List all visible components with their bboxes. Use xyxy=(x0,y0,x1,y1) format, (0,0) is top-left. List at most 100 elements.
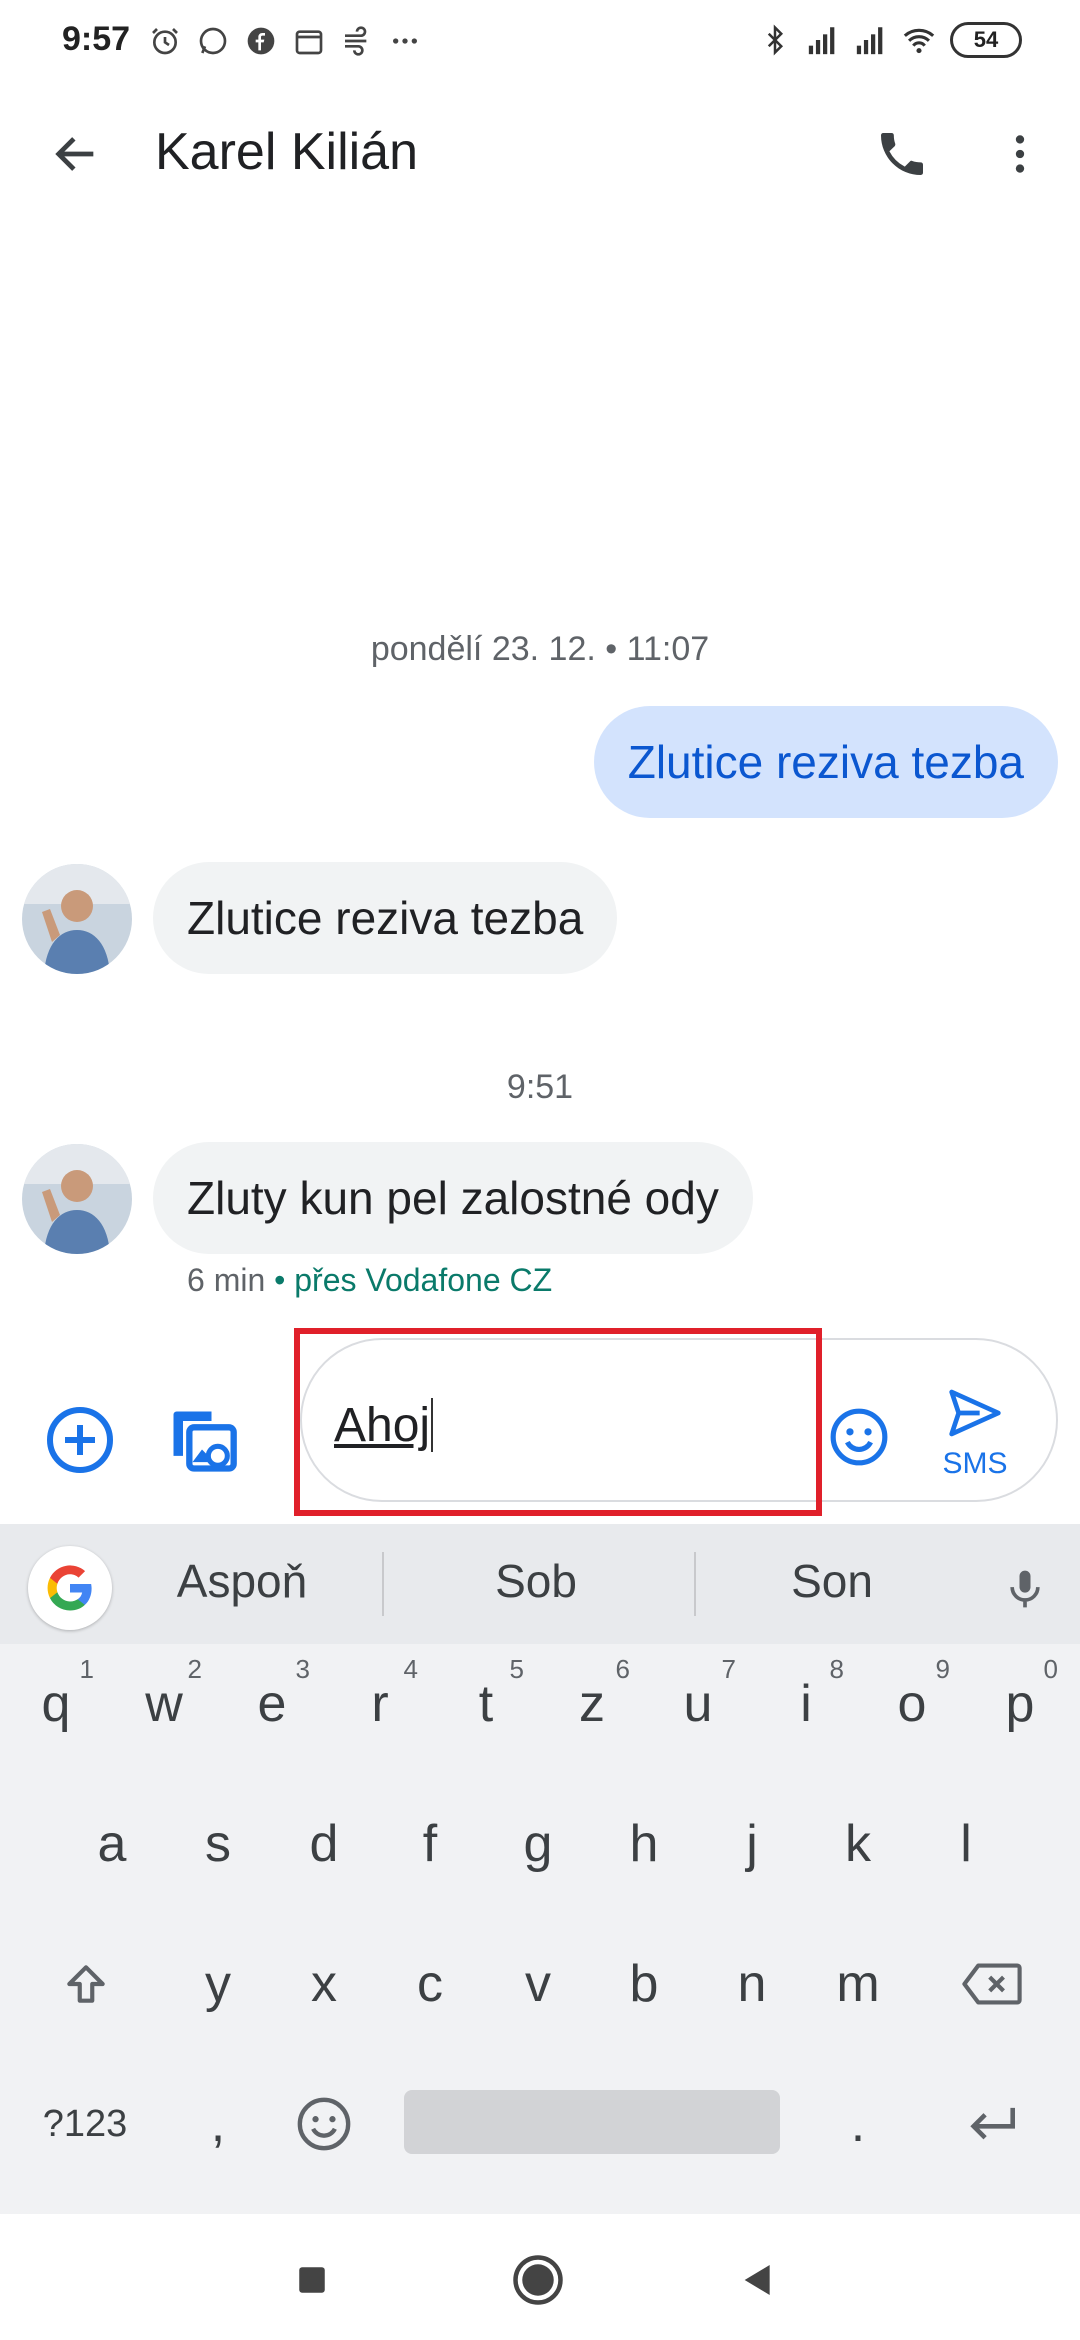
emoji-button[interactable] xyxy=(826,1404,892,1470)
key-k[interactable]: k xyxy=(806,1784,910,1904)
key-y[interactable]: y xyxy=(166,1924,270,2044)
key-z-label: z xyxy=(579,1675,605,1733)
spacebar[interactable] xyxy=(404,2090,780,2154)
key-y-label: y xyxy=(205,1955,231,2013)
key-i-label: i xyxy=(800,1675,812,1733)
key-g[interactable]: g xyxy=(486,1784,590,1904)
key-s[interactable]: s xyxy=(166,1784,270,1904)
key-e[interactable]: e3 xyxy=(220,1644,324,1764)
more-vert-icon xyxy=(1015,135,1025,173)
key-row-1: q1 w2 e3 r4 t5 z6 u7 i8 o9 p0 xyxy=(0,1644,1080,1782)
key-hint: 5 xyxy=(509,1654,524,1684)
key-w[interactable]: w2 xyxy=(112,1644,216,1764)
key-hint: 1 xyxy=(79,1654,94,1684)
key-f-label: f xyxy=(422,1815,438,1873)
emoji-key[interactable] xyxy=(272,2064,376,2184)
navigation-bar xyxy=(0,2214,1080,2340)
period-key-label: . xyxy=(850,2095,866,2153)
key-b[interactable]: b xyxy=(592,1924,696,2044)
key-s-label: s xyxy=(205,1815,231,1873)
enter-key[interactable] xyxy=(940,2064,1044,2184)
bluetooth-icon xyxy=(758,23,792,57)
incoming-message[interactable]: Zluty kun pel zalostné ody xyxy=(153,1142,753,1254)
key-r[interactable]: r4 xyxy=(328,1644,432,1764)
key-t-label: t xyxy=(478,1675,494,1733)
key-a[interactable]: a xyxy=(60,1784,164,1904)
send-label: SMS xyxy=(942,1447,1008,1480)
backspace-key[interactable] xyxy=(940,1924,1044,2044)
key-h-label: h xyxy=(629,1815,659,1873)
signal-icon-2 xyxy=(854,23,888,57)
key-hint: 2 xyxy=(187,1654,202,1684)
back-nav-button[interactable] xyxy=(728,2250,788,2310)
key-h[interactable]: h xyxy=(592,1784,696,1904)
key-i[interactable]: i8 xyxy=(754,1644,858,1764)
key-o[interactable]: o9 xyxy=(860,1644,964,1764)
period-key[interactable]: . xyxy=(806,2064,910,2184)
send-sms-button[interactable]: SMS xyxy=(930,1385,1020,1495)
battery-level: 54 xyxy=(973,27,999,52)
key-q[interactable]: q1 xyxy=(4,1644,108,1764)
key-n[interactable]: n xyxy=(700,1924,804,2044)
keyboard: Aspoň Sob Son q1 w2 e3 r4 t5 z6 u7 i8 o9… xyxy=(0,1524,1080,2214)
notification-icons xyxy=(148,24,422,58)
triangle-back-icon xyxy=(744,2265,770,2295)
add-attachment-button[interactable] xyxy=(40,1400,120,1480)
message-age: 6 min xyxy=(187,1262,266,1298)
shift-key[interactable] xyxy=(34,1924,138,2044)
key-row-4: ?123 , . xyxy=(0,2064,1080,2202)
square-icon xyxy=(299,2267,325,2293)
key-z[interactable]: z6 xyxy=(540,1644,644,1764)
photo-camera-icon xyxy=(173,1411,237,1472)
key-f[interactable]: f xyxy=(378,1784,482,1904)
key-p[interactable]: p0 xyxy=(968,1644,1072,1764)
suggestion-2[interactable]: Sob xyxy=(396,1554,676,1608)
voice-input-button[interactable] xyxy=(1000,1554,1050,1624)
key-w-label: w xyxy=(145,1675,183,1733)
comma-key[interactable]: , xyxy=(166,2064,270,2184)
key-a-label: a xyxy=(97,1815,127,1873)
key-area: q1 w2 e3 r4 t5 z6 u7 i8 o9 p0 a s d f g … xyxy=(0,1644,1080,2214)
outgoing-message[interactable]: Zlutice reziva tezba xyxy=(593,706,1058,818)
input-highlight-box xyxy=(294,1328,822,1516)
key-j[interactable]: j xyxy=(700,1784,804,1904)
key-v[interactable]: v xyxy=(486,1924,590,2044)
key-p-label: p xyxy=(1005,1675,1035,1733)
symbols-key-label: ?123 xyxy=(42,2102,128,2145)
back-button[interactable] xyxy=(36,114,116,194)
key-hint: 9 xyxy=(935,1654,950,1684)
date-separator: pondělí 23. 12. • 11:07 xyxy=(370,630,710,668)
contact-name: Karel Kilián xyxy=(155,123,419,181)
status-time: 9:57 xyxy=(62,20,131,58)
suggestion-1[interactable]: Aspoň xyxy=(102,1554,382,1608)
incoming-message[interactable]: Zlutice reziva tezba xyxy=(153,862,618,974)
emoji-icon xyxy=(297,2097,351,2151)
key-r-label: r xyxy=(371,1675,389,1733)
key-u[interactable]: u7 xyxy=(646,1644,750,1764)
phone-icon xyxy=(881,133,923,175)
home-button[interactable] xyxy=(508,2250,568,2310)
avatar[interactable] xyxy=(22,1144,132,1254)
key-c[interactable]: c xyxy=(378,1924,482,2044)
recents-button[interactable] xyxy=(282,2250,342,2310)
symbols-key[interactable]: ?123 xyxy=(20,2064,150,2184)
key-m[interactable]: m xyxy=(806,1924,910,2044)
more-options-button[interactable] xyxy=(980,114,1060,194)
gallery-button[interactable] xyxy=(160,1398,244,1482)
key-hint: 4 xyxy=(403,1654,418,1684)
key-v-label: v xyxy=(525,1955,551,2013)
suggestion-divider xyxy=(382,1552,384,1616)
key-l[interactable]: l xyxy=(914,1784,1018,1904)
key-x[interactable]: x xyxy=(272,1924,376,2044)
key-d[interactable]: d xyxy=(272,1784,376,1904)
google-logo-button[interactable] xyxy=(28,1546,112,1630)
key-d-label: d xyxy=(309,1815,339,1873)
key-t[interactable]: t5 xyxy=(434,1644,538,1764)
key-hint: 0 xyxy=(1043,1654,1058,1684)
avatar[interactable] xyxy=(22,864,132,974)
arrow-back-icon xyxy=(55,137,94,171)
call-button[interactable] xyxy=(862,114,942,194)
key-o-label: o xyxy=(897,1675,927,1733)
suggestion-3[interactable]: Son xyxy=(692,1554,972,1608)
google-icon xyxy=(47,1565,92,1611)
